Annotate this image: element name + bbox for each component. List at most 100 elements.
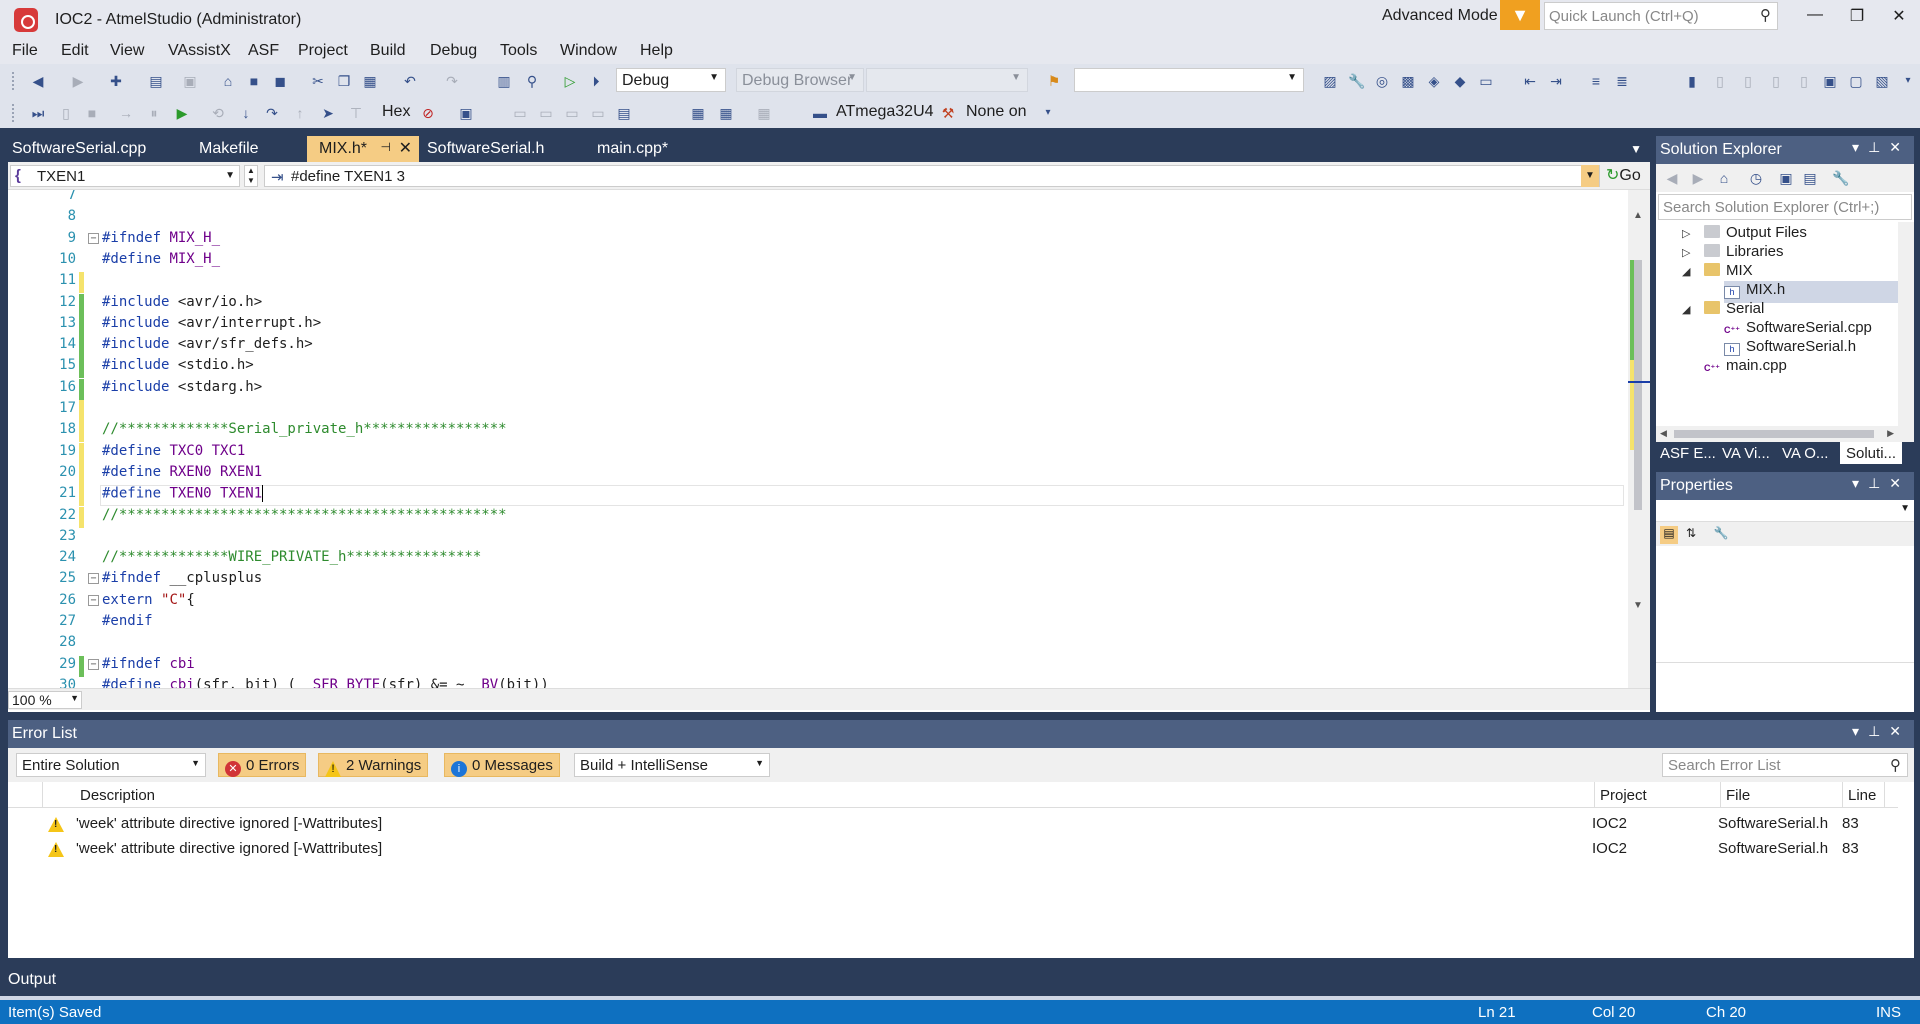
tab-solution-explorer[interactable]: Soluti... <box>1840 442 1903 464</box>
toolbar-grip[interactable] <box>12 104 16 122</box>
tab-makefile[interactable]: Makefile <box>187 136 307 162</box>
undo-icon[interactable]: ↶ <box>402 73 418 89</box>
tab-va-outline[interactable]: VA O... <box>1782 445 1828 462</box>
comment-icon[interactable]: ≡ <box>1588 73 1604 89</box>
reset-icon[interactable]: ⟲ <box>210 105 226 121</box>
bookmark-next-icon[interactable]: ▧ <box>1874 73 1890 89</box>
solution-explorer-icon[interactable]: ▥ <box>496 73 512 89</box>
tab-softwareserial-h[interactable]: SoftwareSerial.h <box>415 136 585 162</box>
close-icon[interactable]: ✕ <box>1889 723 1910 739</box>
home-icon[interactable]: ⌂ <box>1716 170 1732 186</box>
code-line[interactable]: 27 #endif <box>8 613 1628 634</box>
code-line[interactable]: 7 <box>8 190 1628 208</box>
scroll-right-icon[interactable]: ▶ <box>1887 428 1894 439</box>
toolbar-grip[interactable] <box>12 72 16 90</box>
code-area[interactable]: 7 8 9− #ifndef MIX_H_ 10 #define MIX_H_ 11 12 #i… <box>8 190 1628 688</box>
property-pages-icon[interactable]: 🔧 <box>1712 526 1730 544</box>
minimize-button[interactable]: — <box>1800 6 1830 24</box>
terminal-icon[interactable]: ▭ <box>1478 73 1494 89</box>
menu-edit[interactable]: Edit <box>61 42 89 60</box>
step-over-icon[interactable]: ↷ <box>264 105 280 121</box>
bookmark-icon[interactable]: ▮ <box>1684 73 1700 89</box>
find-icon[interactable]: ⚲ <box>524 73 540 89</box>
prev-bookmark-folder-icon[interactable]: ▯ <box>1768 73 1784 89</box>
clear-bookmarks-icon[interactable]: ▢ <box>1848 73 1864 89</box>
disassembly-icon[interactable]: ▤ <box>616 105 632 121</box>
menu-vassistx[interactable]: VAssistX <box>168 42 231 60</box>
code-line[interactable]: 20 #define RXEN0 RXEN1 <box>8 463 1628 485</box>
build-source-select[interactable]: Build + IntelliSense ▼ <box>574 753 770 777</box>
code-line[interactable]: 26− extern "C"{ <box>8 592 1628 613</box>
back-icon[interactable]: ◀ <box>1664 170 1680 186</box>
scroll-up-icon[interactable]: ▲ <box>1633 210 1643 221</box>
error-row[interactable]: 'week' attribute directive ignored [-Wat… <box>8 814 1898 835</box>
tab-main-cpp[interactable]: main.cpp* <box>585 136 725 162</box>
step-out-icon[interactable]: ↑ <box>292 105 308 121</box>
collapse-icon[interactable]: − <box>88 573 99 585</box>
dropdown-icon[interactable]: ▾ <box>1852 475 1868 491</box>
find-in-files-icon[interactable]: ⚑ <box>1046 73 1062 89</box>
close-icon[interactable]: ✕ <box>1889 475 1910 491</box>
break-all-icon[interactable]: ⏸ <box>146 105 162 121</box>
output-tab[interactable]: Output <box>0 966 1920 996</box>
extensions-icon[interactable]: ◈ <box>1426 73 1442 89</box>
scroll-down-icon[interactable]: ▼ <box>1633 600 1643 611</box>
column-project[interactable]: Project <box>1600 787 1647 804</box>
dropdown-icon[interactable]: ▾ <box>1852 139 1868 155</box>
toolbar-overflow-icon[interactable]: ▾ <box>1900 73 1916 89</box>
column-separator[interactable] <box>1884 782 1885 808</box>
code-line[interactable]: 12 #include <avr/io.h> <box>8 293 1628 315</box>
asf-wizard-icon[interactable]: ◆ <box>1452 73 1468 89</box>
solution-vertical-scrollbar[interactable] <box>1898 222 1914 442</box>
processor-window-icon[interactable]: ▭ <box>564 105 580 121</box>
tab-overflow-icon[interactable]: ▼ <box>1630 142 1642 156</box>
messages-filter-button[interactable]: i 0 Messages <box>444 753 560 777</box>
column-separator[interactable] <box>42 782 43 808</box>
properties-object-combo[interactable]: ▼ <box>1656 500 1914 522</box>
indent-icon[interactable]: ⇥ <box>1548 73 1564 89</box>
menu-tools[interactable]: Tools <box>500 42 537 60</box>
history-icon[interactable]: ◷ <box>1748 170 1764 186</box>
column-description[interactable]: Description <box>80 787 155 804</box>
configuration-select[interactable]: Debug ▼ <box>616 68 726 92</box>
menu-view[interactable]: View <box>110 42 144 60</box>
start-debugging-icon[interactable]: ⏵ <box>588 73 604 89</box>
copy-icon[interactable]: ❐ <box>336 73 352 89</box>
save-icon[interactable]: ■ <box>246 73 262 89</box>
start-debugging-break-icon[interactable]: ⏭ <box>30 105 46 121</box>
chip-icon[interactable]: ▩ <box>1400 73 1416 89</box>
breakpoints-window-icon[interactable]: ▣ <box>458 105 474 121</box>
menu-window[interactable]: Window <box>560 42 617 60</box>
scope-combo[interactable]: { TXEN1 ▼ <box>10 165 240 187</box>
code-line[interactable]: 11 <box>8 272 1628 294</box>
tab-asf-explorer[interactable]: ASF E... <box>1660 445 1716 462</box>
tab-mix-h[interactable]: MIX.h* ⊣ ✕ <box>307 136 419 162</box>
code-line[interactable]: 24 //*************WIRE_PRIVATE_h*********… <box>8 549 1628 570</box>
menu-asf[interactable]: ASF <box>248 42 279 60</box>
code-line[interactable]: 30 #define cbi(sfr, bit) ( _SFR_BYTE(sfr)… <box>8 677 1628 688</box>
menu-project[interactable]: Project <box>298 42 348 60</box>
column-separator[interactable] <box>1720 782 1721 808</box>
feedback-filter-icon[interactable]: ▼ <box>1500 0 1540 30</box>
add-new-item-icon[interactable]: ▣ <box>182 73 198 89</box>
error-search-input[interactable]: Search Error List ⚲ <box>1662 753 1908 777</box>
paste-icon[interactable]: ▦ <box>362 73 378 89</box>
code-line[interactable]: 19 #define TXC0 TXC1 <box>8 442 1628 464</box>
scope-spinner[interactable]: ▲ ▼ <box>244 165 258 187</box>
scroll-thumb[interactable] <box>1634 260 1642 510</box>
column-separator[interactable] <box>1842 782 1843 808</box>
code-line[interactable]: 16 #include <stdarg.h> <box>8 378 1628 400</box>
redo-icon[interactable]: ↷ <box>444 73 460 89</box>
column-file[interactable]: File <box>1726 787 1750 804</box>
component-icon[interactable]: ▦ <box>756 105 772 121</box>
code-line[interactable]: 28 <box>8 634 1628 655</box>
add-item-icon[interactable]: ▤ <box>148 73 164 89</box>
open-file-icon[interactable]: ⌂ <box>220 73 236 89</box>
editor-vertical-scrollbar[interactable]: ▲ ▼ <box>1628 190 1650 688</box>
chip-device-icon[interactable]: ▬ <box>812 105 828 121</box>
run-to-cursor-icon[interactable]: ➤ <box>320 105 336 121</box>
show-next-statement-icon[interactable]: → <box>118 105 134 121</box>
code-line[interactable]: 29− #ifndef cbi <box>8 655 1628 677</box>
solution-horizontal-scrollbar[interactable]: ◀ ▶ <box>1656 426 1898 442</box>
close-icon[interactable]: ✕ <box>1889 139 1910 155</box>
